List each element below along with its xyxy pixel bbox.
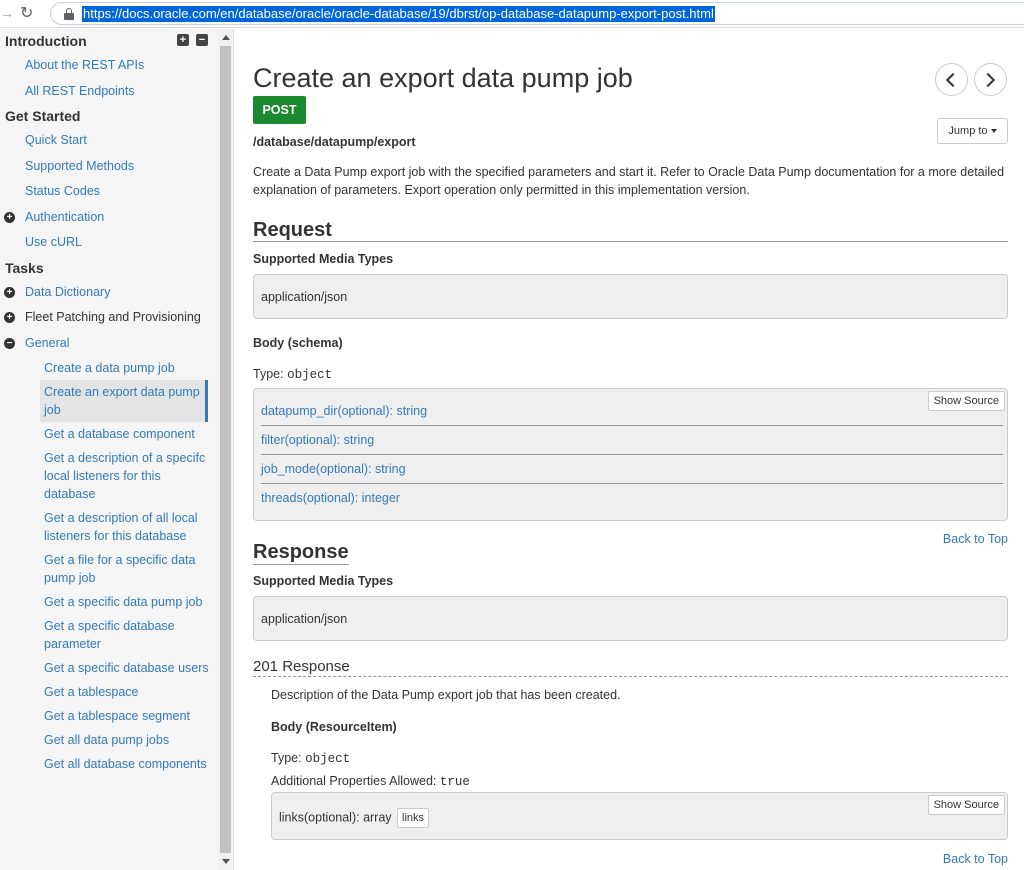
response-type-line: Type: object bbox=[271, 751, 350, 766]
response-media-label: Supported Media Types bbox=[253, 574, 394, 588]
schema-property[interactable]: datapump_dir(optional): string bbox=[261, 397, 1003, 426]
endpoint-path: /database/datapump/export bbox=[253, 135, 416, 149]
sidebar-subitem[interactable]: Get a file for a specific data pump job bbox=[0, 548, 218, 590]
sidebar-subitem[interactable]: Get a description of a specifc local lis… bbox=[0, 446, 218, 506]
address-bar[interactable]: https://docs.oracle.com/en/database/orac… bbox=[50, 2, 1024, 25]
sidebar-section-introduction: Introduction + − bbox=[0, 29, 218, 53]
sidebar-item-data-dictionary[interactable]: + Data Dictionary bbox=[0, 280, 218, 306]
schema-property[interactable]: threads(optional): integer bbox=[261, 484, 1003, 513]
sidebar-subitem[interactable]: Create a data pump job bbox=[0, 356, 218, 380]
sidebar-item-label: Data Dictionary bbox=[25, 284, 111, 299]
sidebar-subitem[interactable]: Get all database components bbox=[0, 752, 218, 776]
links-prop-label: links(optional): array bbox=[279, 810, 392, 825]
type-value: object bbox=[287, 368, 333, 382]
section-title: Get Started bbox=[5, 108, 81, 124]
sidebar-subitem[interactable]: Get a tablespace segment bbox=[0, 704, 218, 728]
jump-to-button[interactable]: Jump to bbox=[937, 118, 1008, 144]
expand-all-icon[interactable]: + bbox=[177, 34, 189, 46]
request-body-label: Body (schema) bbox=[253, 336, 343, 350]
schema-property[interactable]: job_mode(optional): string bbox=[261, 455, 1003, 484]
sidebar-item-label: Fleet Patching and Provisioning bbox=[25, 310, 201, 324]
scroll-up-icon[interactable] bbox=[222, 35, 230, 40]
sidebar-item-quick-start[interactable]: Quick Start bbox=[0, 128, 218, 154]
request-media-label: Supported Media Types bbox=[253, 252, 394, 266]
sidebar-item-supported-methods[interactable]: Supported Methods bbox=[0, 154, 218, 180]
forward-icon[interactable]: → bbox=[0, 5, 14, 21]
browser-toolbar: → ↻ https://docs.oracle.com/en/database/… bbox=[0, 0, 1024, 28]
show-source-button[interactable]: Show Source bbox=[927, 795, 1005, 815]
sidebar-section-tasks: Tasks bbox=[0, 256, 218, 280]
response-heading-text: Response bbox=[253, 541, 349, 565]
additional-value: true bbox=[439, 775, 470, 789]
sidebar-subitem-active[interactable]: Create an export data pump job bbox=[40, 380, 208, 422]
type-label: Type: bbox=[271, 751, 302, 765]
sidebar-item-status-codes[interactable]: Status Codes bbox=[0, 179, 218, 205]
jump-to-label: Jump to bbox=[948, 125, 988, 137]
sidebar-item-all-endpoints[interactable]: All REST Endpoints bbox=[0, 79, 218, 105]
request-media-box: application/json bbox=[253, 274, 1008, 319]
sidebar-item-use-curl[interactable]: Use cURL bbox=[0, 230, 218, 256]
sidebar: Introduction + − About the REST APIs All… bbox=[0, 29, 234, 870]
lock-icon[interactable] bbox=[64, 8, 74, 20]
request-heading: Request bbox=[253, 219, 1008, 242]
url-text[interactable]: https://docs.oracle.com/en/database/orac… bbox=[82, 6, 715, 22]
caret-down-icon bbox=[990, 129, 997, 134]
sidebar-subitem[interactable]: Get a specific data pump job bbox=[0, 590, 218, 614]
sidebar-item-general[interactable]: − General bbox=[0, 331, 218, 357]
additional-label: Additional Properties Allowed: bbox=[271, 774, 437, 788]
back-to-top-link[interactable]: Back to Top bbox=[943, 852, 1008, 866]
sidebar-subitem[interactable]: Get a database component bbox=[0, 422, 218, 446]
sidebar-item-label: Authentication bbox=[25, 209, 105, 224]
response-body-label: Body (ResourceItem) bbox=[271, 720, 397, 734]
request-type-line: Type: object bbox=[253, 367, 332, 382]
schema-property[interactable]: filter(optional): string bbox=[261, 426, 1003, 455]
previous-page-button[interactable] bbox=[935, 63, 968, 96]
response-media-box: application/json bbox=[253, 596, 1008, 641]
sidebar-subitem[interactable]: Get a tablespace bbox=[0, 680, 218, 704]
section-title: Introduction bbox=[5, 33, 87, 49]
scrollbar-thumb[interactable] bbox=[220, 46, 231, 853]
method-badge: POST bbox=[253, 96, 306, 124]
type-value: object bbox=[305, 752, 351, 766]
schema-property: links(optional): array links bbox=[279, 808, 430, 828]
sidebar-item-about-rest[interactable]: About the REST APIs bbox=[0, 53, 218, 79]
sidebar-item-authentication[interactable]: + Authentication bbox=[0, 205, 218, 231]
sidebar-section-get-started: Get Started bbox=[0, 104, 218, 128]
expand-icon[interactable]: + bbox=[4, 312, 15, 323]
request-schema-box: Show Source datapump_dir(optional): stri… bbox=[253, 388, 1008, 521]
collapse-all-icon[interactable]: − bbox=[196, 34, 208, 46]
type-label: Type: bbox=[253, 367, 284, 381]
reload-icon[interactable]: ↻ bbox=[20, 3, 33, 23]
chevron-right-icon bbox=[980, 72, 996, 88]
links-button[interactable]: links bbox=[397, 808, 430, 828]
response-schema-box: Show Source links(optional): array links bbox=[271, 792, 1008, 840]
additional-properties-line: Additional Properties Allowed: true bbox=[271, 774, 470, 789]
sidebar-subitem[interactable]: Get a specific database parameter bbox=[0, 614, 218, 656]
sidebar-item-label: General bbox=[25, 335, 70, 350]
response-code-description: Description of the Data Pump export job … bbox=[271, 688, 621, 702]
sidebar-subitem[interactable]: Get all data pump jobs bbox=[0, 728, 218, 752]
sidebar-scrollbar[interactable] bbox=[218, 29, 233, 870]
response-code-heading: 201 Response bbox=[253, 657, 1008, 677]
next-page-button[interactable] bbox=[974, 63, 1007, 96]
sidebar-subitem[interactable]: Get a specific database users bbox=[0, 656, 218, 680]
chevron-left-icon bbox=[945, 72, 961, 88]
expand-icon[interactable]: + bbox=[4, 211, 15, 223]
page-title: Create an export data pump job bbox=[253, 63, 633, 93]
scroll-down-icon[interactable] bbox=[222, 859, 230, 864]
sidebar-subitem[interactable]: Get a description of all local listeners… bbox=[0, 506, 218, 548]
section-title: Tasks bbox=[5, 259, 44, 276]
sidebar-item-fleet-patching[interactable]: + Fleet Patching and Provisioning bbox=[0, 305, 218, 331]
collapse-icon[interactable]: − bbox=[4, 337, 15, 349]
expand-icon[interactable]: + bbox=[4, 286, 15, 298]
endpoint-description: Create a Data Pump export job with the s… bbox=[253, 165, 1005, 197]
sidebar-nav: Introduction + − About the REST APIs All… bbox=[0, 29, 218, 776]
response-heading: Response bbox=[253, 541, 1008, 565]
